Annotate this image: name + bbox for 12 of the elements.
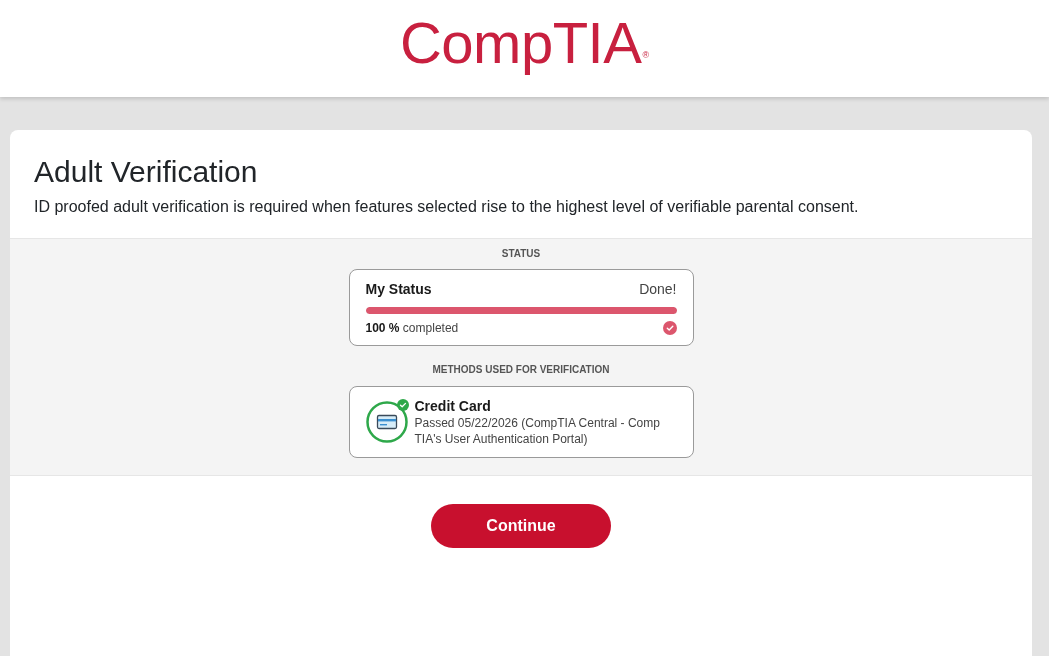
page-title: Adult Verification bbox=[34, 154, 259, 190]
page-description: ID proofed adult verification is required when features selected rise to the highest level of verifiable parental consent. bbox=[34, 197, 860, 217]
status-heading: My Status bbox=[365, 280, 432, 298]
section-label: STATUS bbox=[501, 248, 541, 260]
section-label: METHODS USED FOR VERIFICATION bbox=[432, 364, 610, 376]
registered-mark: ® bbox=[642, 51, 650, 60]
method-name: Credit Card bbox=[414, 397, 492, 415]
method-detail: Passed 05/22/2026 (CompTIA Central - Comp TIA's User Authentication Portal) bbox=[414, 415, 660, 447]
credit-card-icon bbox=[365, 401, 408, 443]
continue-button[interactable]: Continue bbox=[431, 504, 611, 548]
status-state: Done! bbox=[639, 280, 677, 298]
progress-text: 100 % completed bbox=[365, 320, 459, 336]
